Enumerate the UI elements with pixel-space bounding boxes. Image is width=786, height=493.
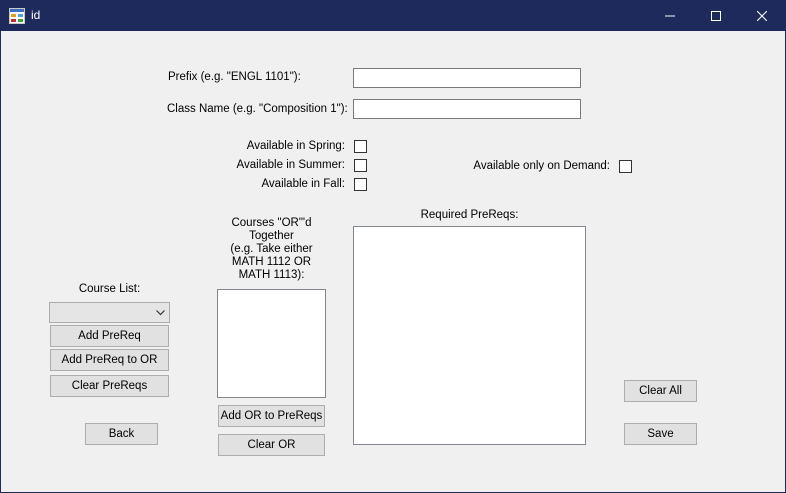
spring-checkbox[interactable] bbox=[354, 140, 367, 153]
title-bar[interactable]: id bbox=[0, 0, 786, 31]
or-group-label: Courses "OR"'d Together (e.g. Take eithe… bbox=[217, 217, 326, 282]
save-button[interactable]: Save bbox=[624, 423, 697, 445]
minimize-icon bbox=[665, 15, 675, 16]
back-button[interactable]: Back bbox=[85, 423, 158, 445]
spring-label: Available in Spring: bbox=[246, 140, 345, 152]
or-group-listbox[interactable] bbox=[217, 289, 326, 398]
form-client-area: Prefix (e.g. "ENGL 1101"): Class Name (e… bbox=[1, 31, 785, 492]
summer-label: Available in Summer: bbox=[236, 159, 345, 171]
summer-checkbox[interactable] bbox=[354, 159, 367, 172]
maximize-icon bbox=[711, 10, 721, 21]
app-window: id Prefix (e.g. "ENGL 1101"): Class Name… bbox=[0, 0, 786, 493]
minimize-button[interactable] bbox=[647, 0, 693, 31]
fall-checkbox[interactable] bbox=[354, 178, 367, 191]
close-button[interactable] bbox=[739, 0, 785, 31]
prefix-input[interactable] bbox=[353, 68, 581, 88]
or-label-line-2: Together bbox=[249, 230, 294, 242]
maximize-button[interactable] bbox=[693, 0, 739, 31]
add-prereq-to-or-button[interactable]: Add PreReq to OR bbox=[50, 349, 169, 371]
required-prereqs-label: Required PreReqs: bbox=[420, 209, 519, 221]
add-or-to-prereqs-button[interactable]: Add OR to PreReqs bbox=[218, 405, 325, 427]
class-name-label: Class Name (e.g. "Composition 1"): bbox=[167, 103, 348, 115]
prefix-label: Prefix (e.g. "ENGL 1101"): bbox=[168, 71, 301, 83]
or-label-line-3: (e.g. Take either bbox=[230, 243, 313, 255]
or-label-line-1: Courses "OR"'d bbox=[231, 217, 312, 229]
on-demand-label: Available only on Demand: bbox=[473, 160, 610, 172]
course-list-dropdown[interactable] bbox=[49, 302, 170, 323]
clear-or-button[interactable]: Clear OR bbox=[218, 434, 325, 456]
clear-prereqs-button[interactable]: Clear PreReqs bbox=[50, 375, 169, 397]
app-icon bbox=[9, 8, 25, 24]
course-list-label: Course List: bbox=[78, 283, 141, 295]
close-icon bbox=[757, 10, 767, 21]
class-name-input[interactable] bbox=[353, 99, 581, 119]
required-prereqs-listbox[interactable] bbox=[353, 226, 586, 445]
or-label-line-5: MATH 1113): bbox=[238, 269, 305, 281]
window-title: id bbox=[31, 8, 41, 22]
clear-all-button[interactable]: Clear All bbox=[624, 380, 697, 402]
fall-label: Available in Fall: bbox=[261, 178, 345, 190]
on-demand-checkbox[interactable] bbox=[619, 160, 632, 173]
add-prereq-button[interactable]: Add PreReq bbox=[50, 325, 169, 347]
or-label-line-4: MATH 1112 OR bbox=[231, 256, 312, 268]
chevron-down-icon bbox=[156, 310, 165, 316]
